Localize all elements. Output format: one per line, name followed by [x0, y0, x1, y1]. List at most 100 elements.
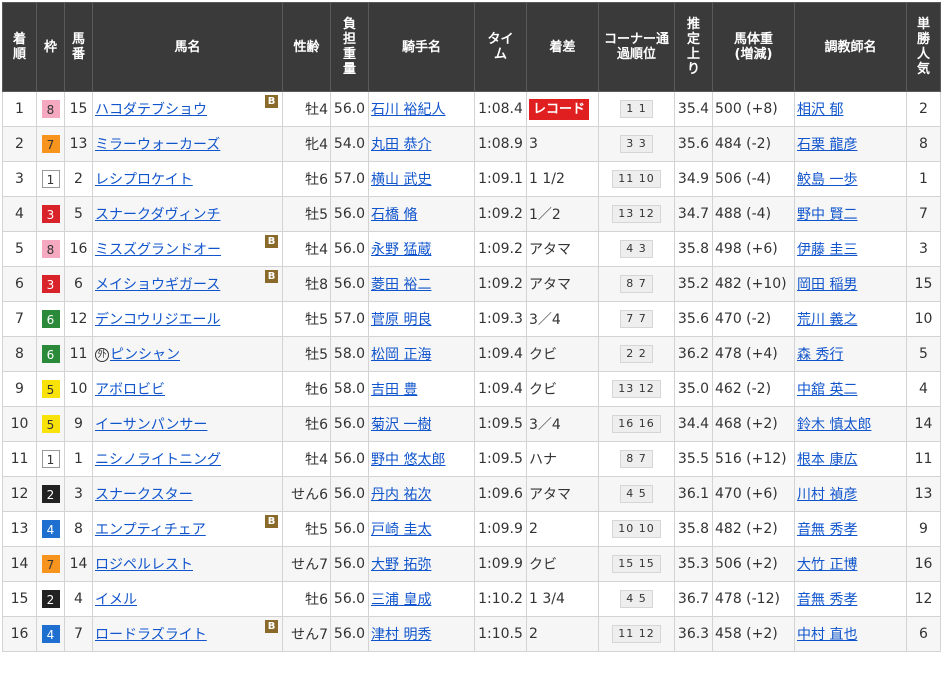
jockey-link[interactable]: 菅原 明良 [371, 312, 431, 328]
maruchi-icon: 外 [95, 348, 109, 362]
corner-value: 10 10 [612, 520, 661, 538]
trainer-link[interactable]: 根本 康広 [797, 452, 857, 468]
bodyweight-value: 506 (-4) [715, 171, 772, 187]
jockey-link[interactable]: 丸田 恭介 [371, 137, 431, 153]
trainer-link[interactable]: 音無 秀孝 [797, 592, 857, 608]
popularity-cell: 11 [906, 441, 941, 477]
jockey-link[interactable]: 横山 武史 [371, 172, 431, 188]
header-popularity-label: 単勝人気 [916, 17, 930, 77]
jockey-link[interactable]: 石橋 脩 [371, 207, 417, 223]
horse-name-link[interactable]: デンコウリジエール [95, 312, 220, 328]
jockey-link[interactable]: 菊沢 一樹 [371, 417, 431, 433]
weight-value: 56.0 [333, 591, 366, 607]
jockey-link[interactable]: 菱田 裕二 [371, 277, 431, 293]
horse-name-link[interactable]: ミスズグランドオー [95, 242, 221, 258]
margin-cell: ハナ [526, 441, 599, 477]
header-weight[interactable]: 負担重量 [330, 2, 369, 92]
weight-cell: 56.0 [330, 91, 369, 127]
jockey-link[interactable]: 石川 裕紀人 [371, 102, 445, 118]
jockey-link[interactable]: 永野 猛蔵 [371, 242, 431, 258]
horse-name-cell: スナークスター [92, 476, 283, 512]
margin-value: アタマ [529, 487, 571, 503]
header-margin[interactable]: 着差 [526, 2, 599, 92]
trainer-link[interactable]: 野中 賢二 [797, 207, 857, 223]
header-name[interactable]: 馬名 [92, 2, 283, 92]
last3f-cell: 35.6 [674, 301, 713, 337]
trainer-link[interactable]: 川村 禎彦 [797, 487, 857, 503]
horse-name-link[interactable]: ロジペルレスト [95, 557, 193, 573]
horse-name-cell: レシプロケイト [92, 161, 283, 197]
margin-value: 1 3/4 [529, 591, 565, 607]
margin-cell: 3／4 [526, 301, 599, 337]
header-bodyweight[interactable]: 馬体重 (増減) [712, 2, 795, 92]
horse-name-link[interactable]: スナークダヴィンチ [95, 207, 220, 223]
rank-value: 11 [10, 451, 29, 467]
horse-name-link[interactable]: ハコダテブショウ [95, 102, 207, 118]
header-sexage[interactable]: 性齢 [282, 2, 331, 92]
time-cell: 1:09.1 [474, 161, 527, 197]
header-rank[interactable]: 着順 [2, 2, 37, 92]
jockey-link[interactable]: 戸崎 圭太 [371, 522, 431, 538]
header-last3f[interactable]: 推定上り [674, 2, 713, 92]
corner-value: 4 5 [620, 485, 653, 503]
trainer-link[interactable]: 鮫島 一歩 [797, 172, 857, 188]
rank-cell: 10 [2, 406, 37, 442]
trainer-link[interactable]: 大竹 正博 [797, 557, 857, 573]
horse-name-link[interactable]: ロードラズライト [95, 627, 207, 643]
trainer-cell: 岡田 稲男 [794, 266, 907, 302]
corner-value: 4 5 [620, 590, 653, 608]
margin-cell: 2 [526, 511, 599, 547]
horse-name-cell: エンプティチェア B [92, 511, 283, 547]
header-trainer[interactable]: 調教師名 [794, 2, 907, 92]
header-time-label: タイム [487, 32, 514, 62]
rank-value: 13 [10, 521, 29, 537]
rank-cell: 3 [2, 161, 37, 197]
trainer-link[interactable]: 伊藤 圭三 [797, 242, 857, 258]
trainer-link[interactable]: 荒川 義之 [797, 312, 857, 328]
trainer-link[interactable]: 石栗 龍彦 [797, 137, 857, 153]
header-corner[interactable]: コーナー通 過順位 [598, 2, 675, 92]
umaban-value: 3 [74, 486, 83, 502]
horse-name-link[interactable]: エンプティチェア [95, 522, 206, 538]
last3f-cell: 35.8 [674, 511, 713, 547]
jockey-link[interactable]: 三浦 皇成 [371, 592, 431, 608]
jockey-link[interactable]: 吉田 豊 [371, 382, 417, 398]
time-value: 1:09.9 [478, 556, 523, 572]
jockey-link[interactable]: 丹内 祐次 [371, 487, 431, 503]
horse-name-cell: ロードラズライト B [92, 616, 283, 652]
horse-name-link[interactable]: イメル [95, 592, 137, 608]
header-time[interactable]: タイム [474, 2, 527, 92]
trainer-link[interactable]: 鈴木 慎太郎 [797, 417, 871, 433]
horse-name-link[interactable]: レシプロケイト [95, 172, 193, 188]
horse-name-link[interactable]: アボロビビ [95, 382, 165, 398]
trainer-link[interactable]: 森 秀行 [797, 347, 843, 363]
horse-name-link[interactable]: スナークスター [95, 487, 193, 503]
results-body: 1 8 15 ハコダテブショウ B 牡4 56.0 石川 裕紀人 1:08.4 レ… [2, 91, 941, 652]
horse-name-link[interactable]: ミラーウォーカーズ [95, 137, 220, 153]
horse-name-link[interactable]: ピンシャン [110, 347, 180, 363]
jockey-link[interactable]: 津村 明秀 [371, 627, 431, 643]
margin-cell: アタマ [526, 476, 599, 512]
horse-name-link[interactable]: イーサンパンサー [95, 417, 207, 433]
corner-value: 8 7 [620, 275, 653, 293]
last3f-value: 35.8 [677, 521, 710, 537]
trainer-link[interactable]: 相沢 郁 [797, 102, 843, 118]
header-waku[interactable]: 枠 [36, 2, 65, 92]
horse-name-link[interactable]: メイショウギガース [95, 277, 220, 293]
last3f-cell: 35.6 [674, 126, 713, 162]
header-jockey[interactable]: 騎手名 [368, 2, 475, 92]
trainer-link[interactable]: 中村 直也 [797, 627, 857, 643]
trainer-link[interactable]: 岡田 稲男 [797, 277, 857, 293]
header-popularity[interactable]: 単勝人気 [906, 2, 941, 92]
corner-value: 7 7 [620, 310, 653, 328]
popularity-value: 9 [919, 521, 928, 537]
jockey-link[interactable]: 松岡 正海 [371, 347, 431, 363]
jockey-cell: 野中 悠太郎 [368, 441, 475, 477]
horse-name-link[interactable]: ニシノライトニング [95, 452, 221, 468]
jockey-link[interactable]: 大野 拓弥 [371, 557, 431, 573]
trainer-link[interactable]: 中舘 英二 [797, 382, 857, 398]
jockey-link[interactable]: 野中 悠太郎 [371, 452, 445, 468]
last3f-value: 35.8 [677, 241, 710, 257]
header-umaban[interactable]: 馬番 [64, 2, 93, 92]
trainer-link[interactable]: 音無 秀孝 [797, 522, 857, 538]
